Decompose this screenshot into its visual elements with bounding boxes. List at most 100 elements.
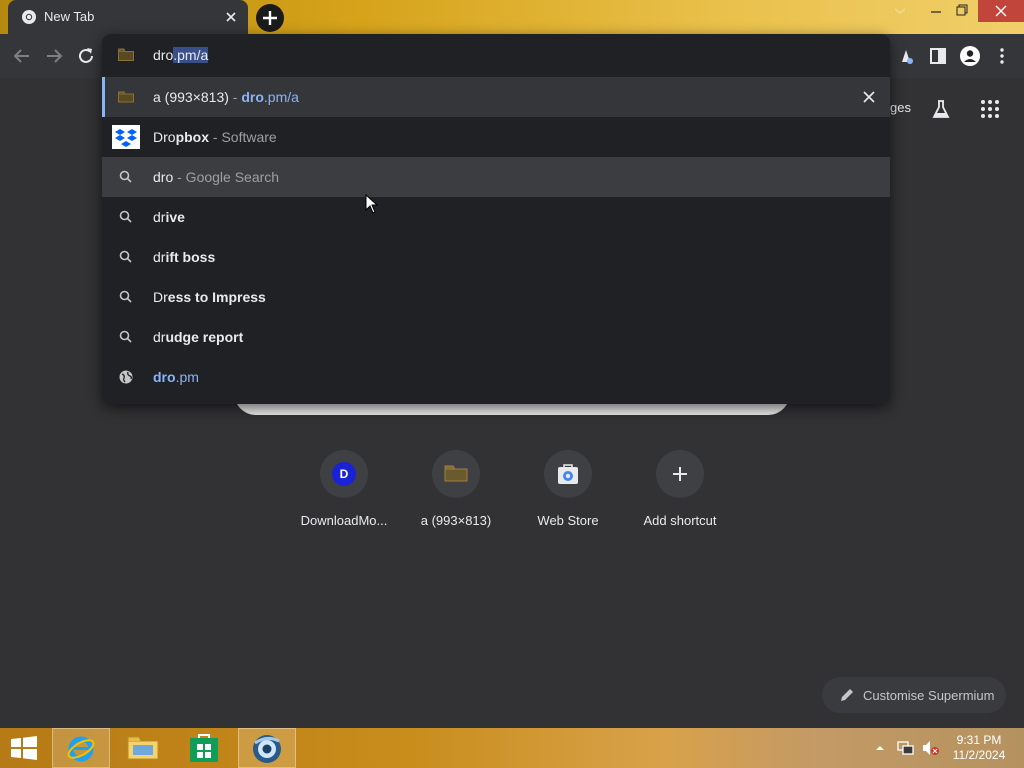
search-icon xyxy=(119,210,132,223)
new-tab-button[interactable] xyxy=(256,4,284,32)
address-bar-input[interactable]: dro.pm/a xyxy=(102,34,890,77)
side-panel-icon[interactable] xyxy=(927,45,949,67)
shortcut-label: Web Store xyxy=(537,513,599,528)
shortcut-a-993x813[interactable]: a (993×813) xyxy=(400,450,512,534)
tab-new-tab[interactable]: New Tab xyxy=(8,0,248,34)
bookmark-folder-icon xyxy=(444,465,468,482)
search-icon xyxy=(119,250,132,263)
chrome-icon xyxy=(22,10,36,24)
letter-d-icon: D xyxy=(332,462,356,486)
suggestion-text: Dress to Impress xyxy=(153,289,266,305)
suggestion-drift-boss[interactable]: drift boss xyxy=(102,237,890,277)
suggestion-dro-pm[interactable]: dro.pm xyxy=(102,357,890,397)
separator: - xyxy=(228,89,242,105)
bookmark-folder-icon xyxy=(118,91,134,103)
search-icon xyxy=(119,330,132,343)
file-explorer-icon xyxy=(127,736,159,760)
clock[interactable]: 9:31 PM 11/2/2024 xyxy=(944,733,1014,763)
taskbar-store[interactable] xyxy=(176,728,234,768)
windows-logo-icon xyxy=(11,736,37,760)
search-icon xyxy=(119,170,132,183)
taskbar-file-explorer[interactable] xyxy=(114,728,172,768)
tab-close-icon[interactable] xyxy=(222,8,240,26)
suggestion-text: Dropbox - Software xyxy=(153,129,277,145)
taskbar-internet-explorer[interactable] xyxy=(52,728,110,768)
network-icon[interactable] xyxy=(896,740,914,756)
plus-icon xyxy=(673,467,687,481)
shortcut-icon-bg: D xyxy=(320,450,368,498)
taskbar-supermium[interactable] xyxy=(238,728,296,768)
volume-muted-icon[interactable] xyxy=(922,740,940,756)
menu-icon[interactable] xyxy=(991,45,1013,67)
url-match: dro xyxy=(153,369,176,385)
url-rest: .pm xyxy=(175,369,199,385)
back-icon[interactable] xyxy=(10,44,34,68)
search-icon xyxy=(119,290,132,303)
omnibox-dropdown: dro.pm/a a (993×813) - dro.pm/a Dropbox … xyxy=(102,34,890,404)
pencil-icon xyxy=(841,689,853,701)
extension-icon[interactable] xyxy=(895,45,917,67)
shortcut-label: a (993×813) xyxy=(420,513,492,528)
match-text: Dr xyxy=(153,289,168,305)
windows-taskbar: 9:31 PM 11/2/2024 xyxy=(0,728,1024,768)
shortcut-label: Add shortcut xyxy=(643,513,717,528)
suggestion-description: - Google Search xyxy=(173,169,280,185)
url-match: dro xyxy=(241,89,264,105)
bookmark-folder-icon xyxy=(118,48,134,61)
reload-icon[interactable] xyxy=(74,44,98,68)
web-store-icon xyxy=(558,464,578,484)
forward-icon[interactable] xyxy=(42,44,66,68)
tab-title: New Tab xyxy=(44,9,95,24)
plus-icon xyxy=(263,11,277,25)
shortcut-icon-bg xyxy=(544,450,592,498)
suggestion-dress-to-impress[interactable]: Dress to Impress xyxy=(102,277,890,317)
completion-text: ift boss xyxy=(165,249,216,265)
tab-search-icon[interactable] xyxy=(884,0,916,22)
typed-text: dro xyxy=(153,47,174,63)
completion-text: pbox xyxy=(175,129,210,145)
apps-grid-icon[interactable] xyxy=(979,98,1001,120)
dropbox-icon xyxy=(112,125,140,149)
customise-label: Customise Supermium xyxy=(863,688,995,703)
shortcut-icon-bg xyxy=(432,450,480,498)
shortcut-icon-bg xyxy=(656,450,704,498)
add-shortcut-button[interactable]: Add shortcut xyxy=(624,450,736,534)
customise-button[interactable]: Customise Supermium xyxy=(822,677,1006,713)
title-bar: New Tab xyxy=(0,0,1024,34)
start-button[interactable] xyxy=(0,728,48,768)
suggestion-description: - Software xyxy=(209,129,277,145)
labs-icon[interactable] xyxy=(930,98,952,120)
remove-suggestion-icon[interactable] xyxy=(860,88,878,106)
suggestion-bookmark[interactable]: a (993×813) - dro.pm/a xyxy=(102,77,890,117)
shortcut-web-store[interactable]: Web Store xyxy=(512,450,624,534)
mouse-cursor-icon xyxy=(365,194,379,214)
suggestion-title: a (993×813) xyxy=(153,89,229,105)
close-window-button[interactable] xyxy=(978,0,1024,22)
match-text: Dro xyxy=(153,129,176,145)
supermium-icon xyxy=(253,735,281,763)
suggestion-text: dro - Google Search xyxy=(153,169,279,185)
shortcut-label: DownloadMo... xyxy=(300,513,388,528)
suggestion-drudge-report[interactable]: drudge report xyxy=(102,317,890,357)
images-link[interactable]: ges xyxy=(890,100,911,115)
completion-text: udge report xyxy=(165,329,244,345)
profile-icon[interactable] xyxy=(959,45,981,67)
suggestion-google-search[interactable]: dro - Google Search xyxy=(102,157,890,197)
suggestion-dropbox[interactable]: Dropbox - Software xyxy=(102,117,890,157)
globe-icon xyxy=(119,370,133,384)
suggestion-text: drudge report xyxy=(153,329,243,345)
clock-date: 11/2/2024 xyxy=(952,748,1006,762)
autocomplete-selection: .pm/a xyxy=(173,47,209,63)
match-text: dr xyxy=(153,329,166,345)
suggestion-text: drift boss xyxy=(153,249,215,265)
show-hidden-icons[interactable] xyxy=(874,742,886,754)
clock-time: 9:31 PM xyxy=(956,733,1002,747)
shortcut-downloadmo[interactable]: D DownloadMo... xyxy=(288,450,400,534)
suggestion-drive[interactable]: drive xyxy=(102,197,890,237)
restore-button[interactable] xyxy=(946,0,978,22)
suggestion-text: a (993×813) - dro.pm/a xyxy=(153,89,299,105)
match-text: dro xyxy=(153,169,174,185)
match-text: dr xyxy=(153,209,166,225)
internet-explorer-icon xyxy=(67,736,95,762)
completion-text: ive xyxy=(165,209,185,225)
